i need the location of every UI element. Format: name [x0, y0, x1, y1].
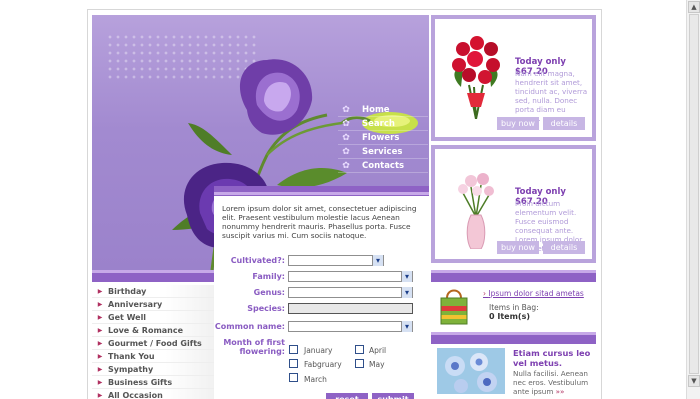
- scroll-down-icon[interactable]: ▼: [688, 375, 700, 387]
- nav-label: Search: [362, 118, 395, 129]
- form-intro-text: Lorem ipsum dolor sit amet, consectetuer…: [222, 204, 417, 240]
- sidebar-item-love-romance[interactable]: ▶ Love & Romance: [92, 324, 214, 337]
- arrow-bullet-icon: ▶: [97, 339, 103, 347]
- february-checkbox[interactable]: [289, 359, 298, 368]
- family-label: Family:: [252, 272, 285, 281]
- details-button[interactable]: details: [543, 241, 585, 254]
- sidebar-item-label: Business Gifts: [108, 377, 173, 387]
- buy-now-button[interactable]: buy now: [497, 241, 539, 254]
- february-label: Fabgruary: [304, 360, 342, 369]
- pink-flowers-vase-image: [458, 173, 494, 249]
- flower-bullet-icon: ✿: [342, 104, 350, 115]
- cultivated-select[interactable]: [288, 255, 384, 266]
- product-card-roses: Today only $67.20 Nam elit magna, hendre…: [431, 15, 596, 141]
- arrow-bullet-icon: ▶: [97, 326, 103, 334]
- species-label: Species:: [247, 304, 285, 313]
- genus-select[interactable]: [288, 287, 413, 298]
- sidebar-item-sympathy[interactable]: ▶ Sympathy: [92, 363, 214, 376]
- cultivated-label: Cultivated?:: [230, 256, 285, 265]
- promo-text: Nulla facilisi. Aenean nec eros. Vestibu…: [513, 369, 589, 396]
- common-name-select[interactable]: [288, 321, 413, 332]
- cart-link[interactable]: Ipsum dolor sitad ametas: [483, 289, 583, 298]
- arrow-bullet-icon: ▶: [97, 365, 103, 373]
- flower-bullet-icon: ✿: [342, 132, 350, 143]
- nav-label: Services: [362, 146, 403, 157]
- occasion-sidebar: ▶ Birthday ▶ Anniversary ▶ Get Well ▶ Love &…: [92, 285, 214, 399]
- scroll-up-icon[interactable]: ▲: [688, 1, 700, 13]
- nav-item-contacts[interactable]: ✿ Contacts: [338, 159, 428, 173]
- arrow-bullet-icon: ▶: [97, 287, 103, 295]
- nav-label: Flowers: [362, 132, 400, 143]
- common-name-label: Common name:: [214, 322, 285, 331]
- month-label-line1: Month of first: [223, 338, 285, 347]
- nav-item-search[interactable]: ✿ Search: [338, 117, 428, 131]
- march-label: March: [304, 375, 327, 384]
- may-checkbox[interactable]: [355, 359, 364, 368]
- sidebar-item-label: Birthday: [108, 286, 147, 296]
- nav-item-flowers[interactable]: ✿ Flowers: [338, 131, 428, 145]
- sidebar-item-business-gifts[interactable]: ▶ Business Gifts: [92, 376, 214, 389]
- flower-search-form: Lorem ipsum dolor sit amet, consectetuer…: [214, 186, 429, 399]
- scrollbar-thumb[interactable]: [689, 14, 699, 374]
- flower-bullet-icon: ✿: [342, 160, 350, 171]
- main-nav: ✿ Home ✿ Search ✿ Flowers ✿ Services ✿ Contac…: [338, 103, 428, 173]
- january-checkbox[interactable]: [289, 345, 298, 354]
- sidebar-item-label: Gourmet / Food Gifts: [108, 338, 202, 348]
- arrow-bullet-icon: ▶: [97, 352, 103, 360]
- nav-item-home[interactable]: ✿ Home: [338, 103, 428, 117]
- march-checkbox[interactable]: [289, 373, 298, 382]
- arrow-bullet-icon: ▶: [97, 313, 103, 321]
- blue-flowers-image: [437, 348, 505, 394]
- sidebar-item-gourmet[interactable]: ▶ Gourmet / Food Gifts: [92, 337, 214, 350]
- flower-bullet-icon: ✿: [342, 118, 350, 129]
- product-description: Nam elit magna, hendrerit sit amet, tinc…: [515, 69, 588, 123]
- sidebar-item-label: Love & Romance: [108, 325, 184, 335]
- month-label-line2: flowering:: [239, 347, 285, 356]
- red-roses-image: [452, 36, 500, 119]
- arrow-bullet-icon: ▶: [97, 300, 103, 308]
- vertical-scrollbar[interactable]: ▲ ▼: [686, 0, 700, 399]
- reset-button[interactable]: reset: [326, 393, 368, 399]
- sidebar-item-all-occasion[interactable]: ▶ All Occasion: [92, 389, 214, 399]
- january-label: January: [304, 346, 333, 355]
- sidebar-item-thank-you[interactable]: ▶ Thank You: [92, 350, 214, 363]
- flower-bullet-icon: ✿: [342, 146, 350, 157]
- family-select[interactable]: [288, 271, 413, 282]
- arrow-bullet-icon: ▶: [97, 391, 103, 399]
- sidebar-item-label: Anniversary: [108, 299, 163, 309]
- genus-label: Genus:: [253, 288, 285, 297]
- nav-item-services[interactable]: ✿ Services: [338, 145, 428, 159]
- shopping-bag-box: Ipsum dolor sitad ametas Items in Bag: 0…: [431, 284, 596, 330]
- sidebar-item-anniversary[interactable]: ▶ Anniversary: [92, 298, 214, 311]
- nav-label: Contacts: [362, 160, 405, 171]
- species-input[interactable]: [288, 303, 413, 314]
- sidebar-item-label: Get Well: [108, 312, 147, 322]
- sidebar-item-label: All Occasion: [108, 390, 163, 399]
- april-label: April: [369, 346, 387, 355]
- product-card-vase: Today only $67.20 Proin dictum elementum…: [431, 145, 596, 263]
- more-link[interactable]: »»: [556, 387, 565, 396]
- shopping-bag-icon: [440, 289, 468, 325]
- sidebar-item-birthday[interactable]: ▶ Birthday: [92, 285, 214, 298]
- submit-button[interactable]: submit: [372, 393, 414, 399]
- promo-title: Etiam cursus leo vel metus.: [513, 348, 591, 368]
- details-button[interactable]: details: [543, 117, 585, 130]
- promo-description: Nulla facilisi. Aenean nec eros. Vestibu…: [513, 369, 593, 396]
- sidebar-item-label: Thank You: [108, 351, 155, 361]
- items-count: 0 Item(s): [489, 312, 530, 321]
- sidebar-item-label: Sympathy: [108, 364, 154, 374]
- promo-header-bar: [431, 332, 596, 344]
- promo-box: Etiam cursus leo vel metus. Nulla facili…: [431, 346, 596, 399]
- arrow-bullet-icon: ▶: [97, 378, 103, 386]
- sidebar-item-get-well[interactable]: ▶ Get Well: [92, 311, 214, 324]
- sidebar-header-bar: [92, 270, 214, 282]
- items-in-bag-label: Items in Bag:: [489, 303, 539, 312]
- april-checkbox[interactable]: [355, 345, 364, 354]
- cart-header-bar: [431, 270, 596, 282]
- buy-now-button[interactable]: buy now: [497, 117, 539, 130]
- may-label: May: [369, 360, 385, 369]
- nav-label: Home: [362, 104, 390, 115]
